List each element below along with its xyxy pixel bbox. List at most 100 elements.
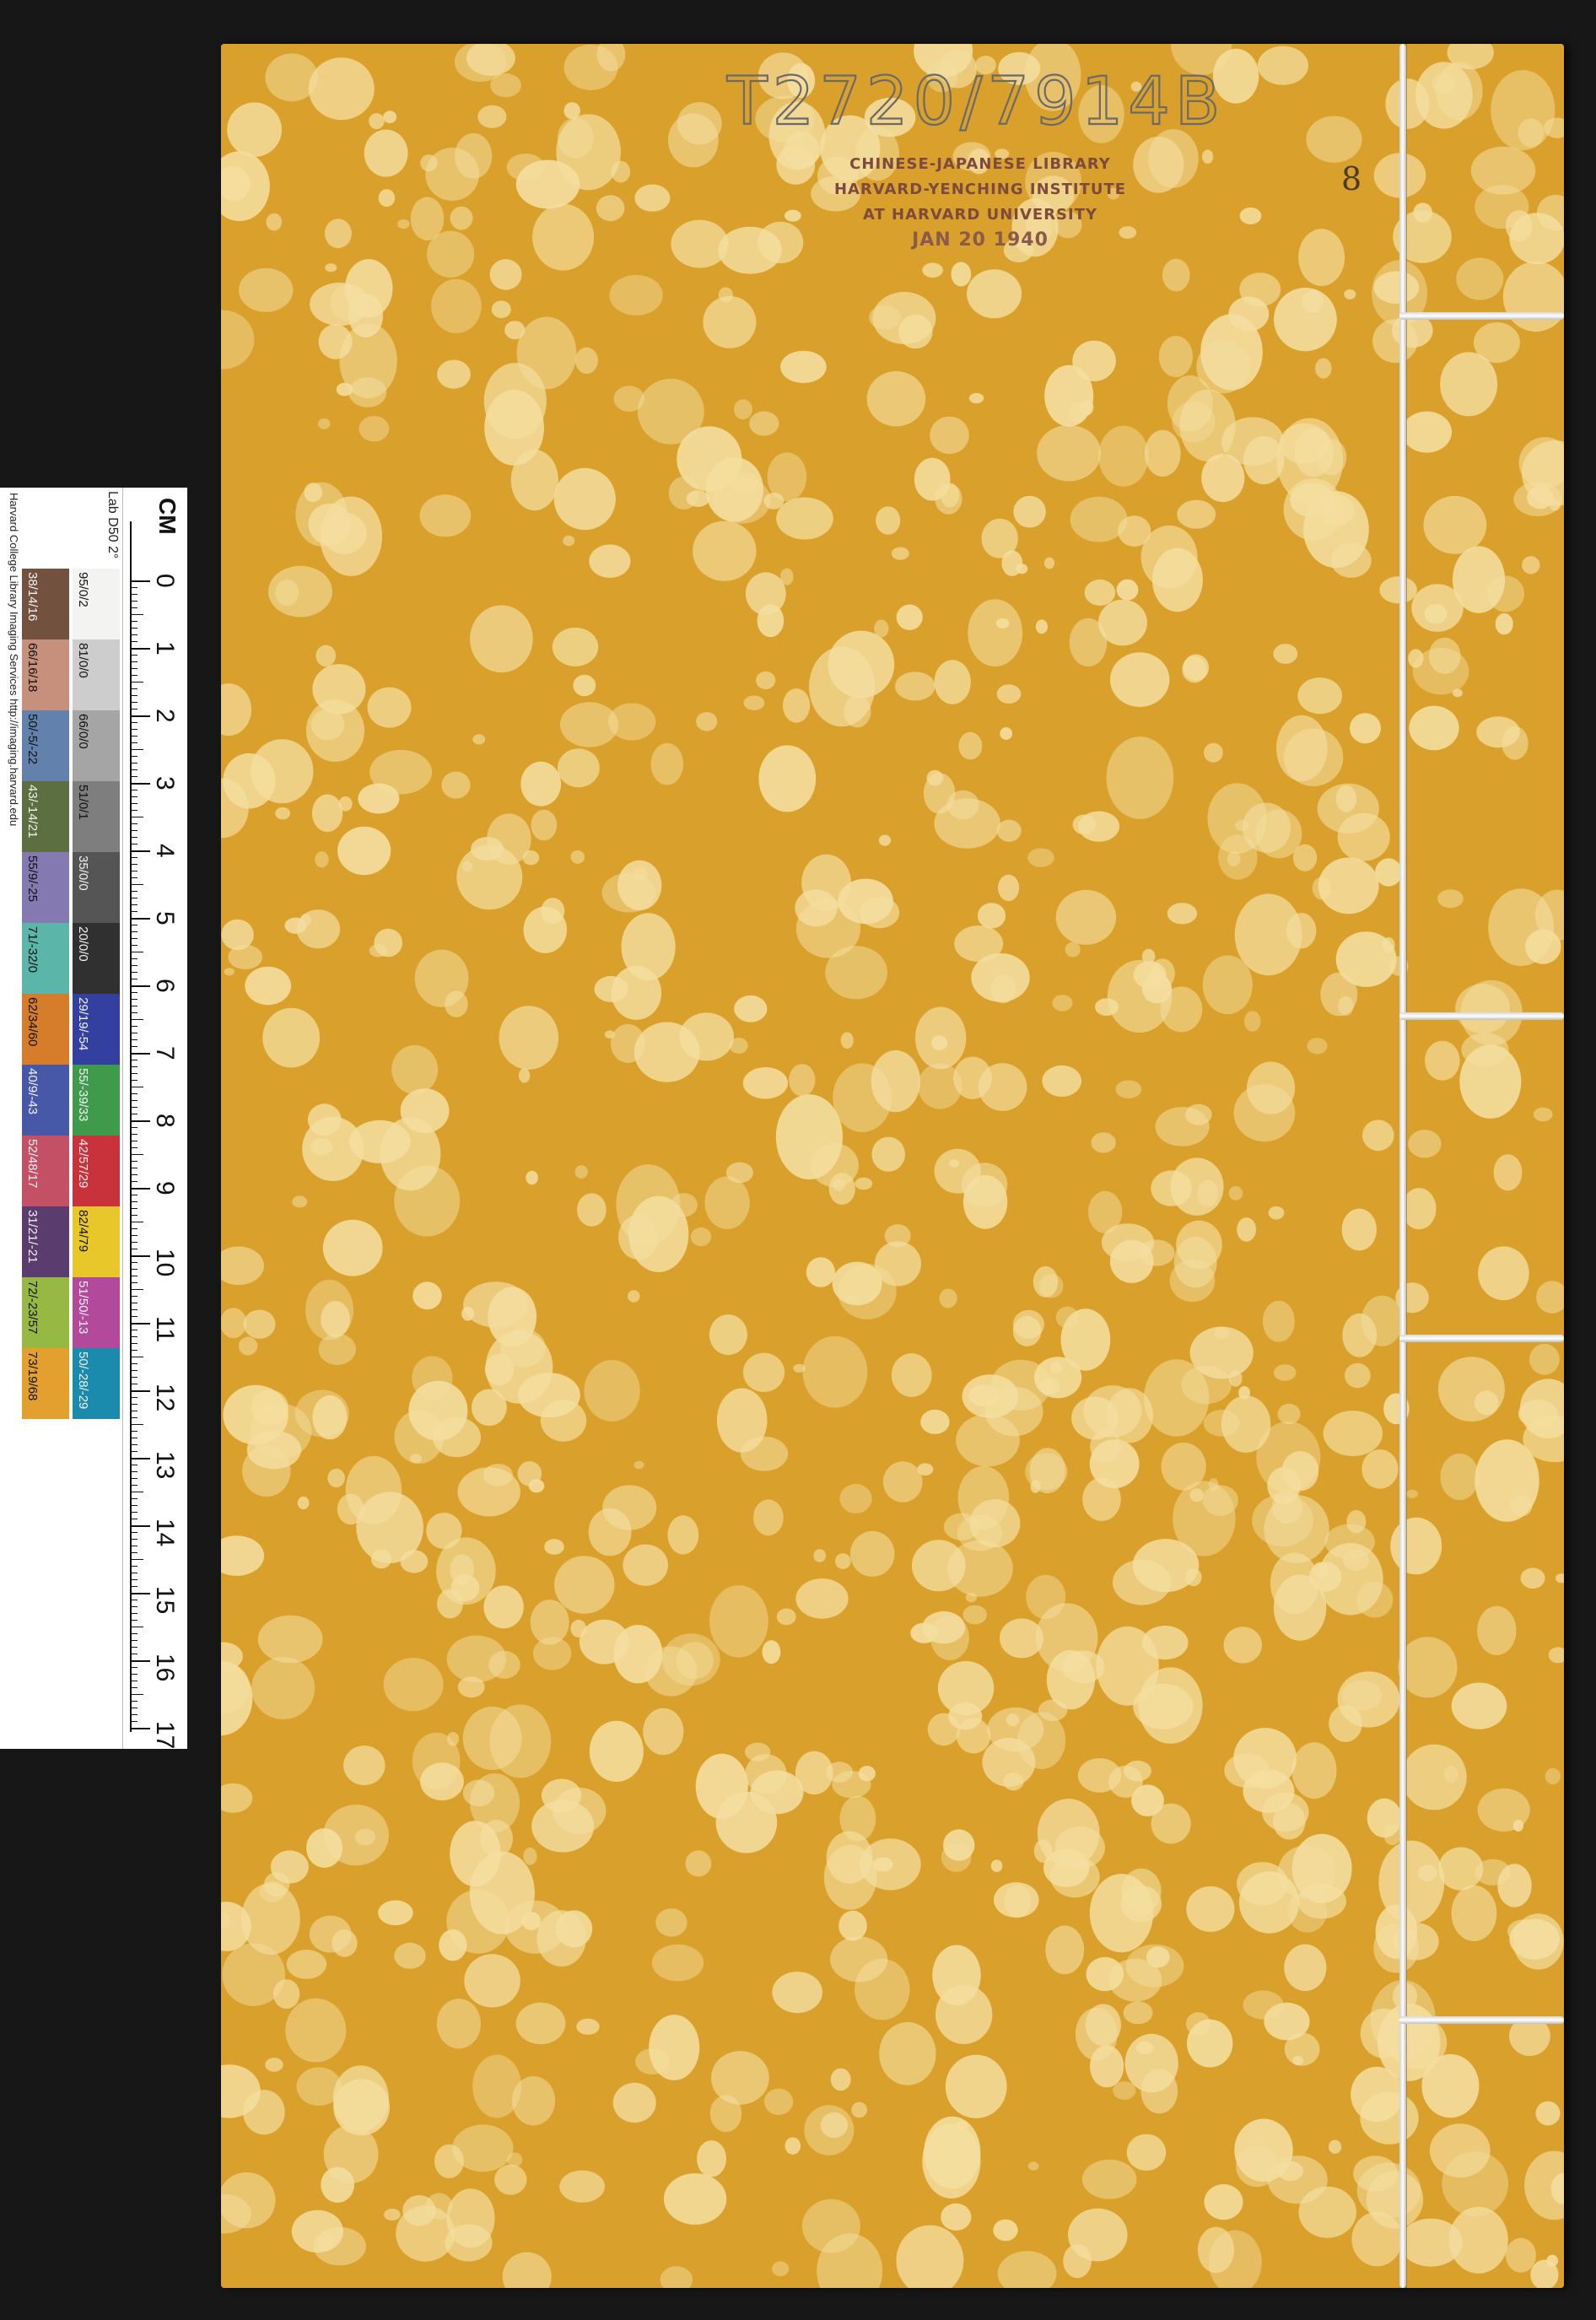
color-patch: 50/-28/-29 <box>73 1348 120 1419</box>
ruler-minor-tick <box>132 1620 137 1621</box>
ruler-minor-tick <box>132 607 137 608</box>
ruler-minor-tick <box>132 601 137 602</box>
ruler-minor-tick <box>132 1134 137 1135</box>
color-patch: 40/9/-43 <box>22 1065 69 1136</box>
ruler-minor-tick <box>132 1046 137 1047</box>
ruler-minor-tick <box>132 803 137 804</box>
cm-ruler: CM 0 1 2 3 4 5 6 7 8 9 10 11 12 13 14 15 16 17 <box>122 488 187 1749</box>
ruler-minor-tick <box>132 661 137 662</box>
ruler-minor-tick <box>132 857 137 858</box>
ruler-minor-tick <box>132 1235 137 1236</box>
ruler-minor-tick <box>132 1505 137 1506</box>
ruler-minor-tick <box>132 587 137 588</box>
ruler-major-tick <box>132 985 150 987</box>
color-patch: 66/16/18 <box>22 639 69 710</box>
ruler-minor-tick <box>132 1444 137 1445</box>
ruler-minor-tick <box>132 1424 143 1425</box>
ruler-minor-tick <box>132 1613 137 1614</box>
ruler-minor-tick <box>132 1721 137 1722</box>
ruler-minor-tick <box>132 1471 137 1472</box>
ruler-minor-tick <box>132 1026 137 1027</box>
ruler-minor-tick <box>132 1687 137 1688</box>
marbled-paper-texture <box>221 44 1564 2288</box>
ruler-minor-tick <box>132 1174 137 1175</box>
ruler-minor-tick <box>132 891 137 892</box>
ruler-major-tick <box>132 1323 150 1325</box>
ruler-minor-tick <box>132 1404 137 1405</box>
stamp-line-1: CHINESE-JAPANESE LIBRARY <box>849 155 1111 173</box>
ruler-minor-tick <box>132 1309 137 1310</box>
ruler-minor-tick <box>132 641 137 642</box>
ruler-minor-tick <box>132 1694 143 1695</box>
ruler-minor-tick <box>132 1100 137 1101</box>
ruler-minor-tick <box>132 1093 137 1094</box>
binding-stitch-2 <box>1399 1012 1564 1020</box>
ruler-minor-tick <box>132 1647 137 1648</box>
ruler-minor-tick <box>132 1107 137 1108</box>
binding-stitch-4 <box>1399 2016 1564 2024</box>
ruler-minor-tick <box>132 1633 137 1634</box>
scanned-page: CM 0 1 2 3 4 5 6 7 8 9 10 11 12 13 14 15 16 17 Lab D50 2°… <box>0 0 1596 2320</box>
ruler-minor-tick <box>132 695 137 696</box>
color-patch: 43/-14/21 <box>22 781 69 852</box>
color-patch: 42/57/29 <box>73 1136 120 1206</box>
ruler-cm-label: 14 <box>151 1519 179 1547</box>
ruler-minor-tick <box>132 1282 137 1283</box>
binding-stitch-3 <box>1399 1335 1564 1342</box>
ruler-cm-label: 6 <box>151 979 179 993</box>
ruler-minor-tick <box>132 1066 137 1067</box>
ruler-minor-tick <box>132 1127 137 1128</box>
ruler-cm-label: 7 <box>151 1046 179 1060</box>
color-patch: 51/50/-13 <box>73 1277 120 1348</box>
ruler-cm-label: 9 <box>151 1181 179 1195</box>
ruler-major-tick <box>132 1525 150 1527</box>
color-patch: 66/0/0 <box>73 710 120 781</box>
volume-number: 8 <box>1341 160 1362 197</box>
ruler-cm-label: 10 <box>151 1249 179 1277</box>
ruler-minor-tick <box>132 810 137 811</box>
ruler-minor-tick <box>132 702 137 703</box>
ruler-minor-tick <box>132 614 143 615</box>
ruler-minor-tick <box>132 1431 137 1432</box>
ruler-minor-tick <box>132 1552 137 1553</box>
ruler-minor-tick <box>132 884 143 885</box>
ruler-cm-label: 12 <box>151 1384 179 1412</box>
stamp-line-3: AT HARVARD UNIVERSITY <box>862 206 1098 224</box>
ruler-minor-tick <box>132 1714 137 1715</box>
ruler-minor-tick <box>132 769 137 770</box>
ruler-minor-tick <box>132 594 137 595</box>
ruler-minor-tick <box>132 911 137 912</box>
ruler-minor-tick <box>132 1316 137 1317</box>
ruler-minor-tick <box>132 1397 137 1398</box>
ruler-minor-tick <box>132 830 137 831</box>
color-patch: 35/0/0 <box>73 852 120 923</box>
ruler-minor-tick <box>132 1640 137 1641</box>
ruler-minor-tick <box>132 1674 137 1675</box>
ruler-minor-tick <box>132 729 137 730</box>
ruler-cm-label: 16 <box>151 1654 179 1682</box>
ruler-minor-tick <box>132 621 137 622</box>
ruler-minor-tick <box>132 958 137 959</box>
color-patch: 71/-32/0 <box>22 923 69 994</box>
ruler-minor-tick <box>132 1080 137 1081</box>
ruler-cm-label: 17 <box>151 1721 179 1750</box>
ruler-minor-tick <box>132 796 137 797</box>
color-patch: 82/4/79 <box>73 1206 120 1277</box>
ruler-cm-label: 13 <box>151 1451 179 1480</box>
ruler-minor-tick <box>132 965 137 966</box>
ruler-minor-tick <box>132 1417 137 1418</box>
ruler-cm-label: 8 <box>151 1114 179 1128</box>
ruler-major-tick <box>132 1188 150 1190</box>
ruler-cm-label: 4 <box>151 844 179 858</box>
ruler-minor-tick <box>132 1073 137 1074</box>
color-patch: 95/0/2 <box>73 569 120 639</box>
gray-row-label: Lab D50 2° <box>105 491 120 559</box>
ruler-minor-tick <box>132 1370 137 1371</box>
ruler-cm-label: 3 <box>151 776 179 790</box>
color-patch: 81/0/0 <box>73 639 120 710</box>
ruler-minor-tick <box>132 1201 137 1202</box>
ruler-minor-tick <box>132 1363 137 1364</box>
ruler-cm-label: 11 <box>151 1316 179 1343</box>
ruler-minor-tick <box>132 904 137 905</box>
ruler-major-tick <box>132 1053 150 1055</box>
